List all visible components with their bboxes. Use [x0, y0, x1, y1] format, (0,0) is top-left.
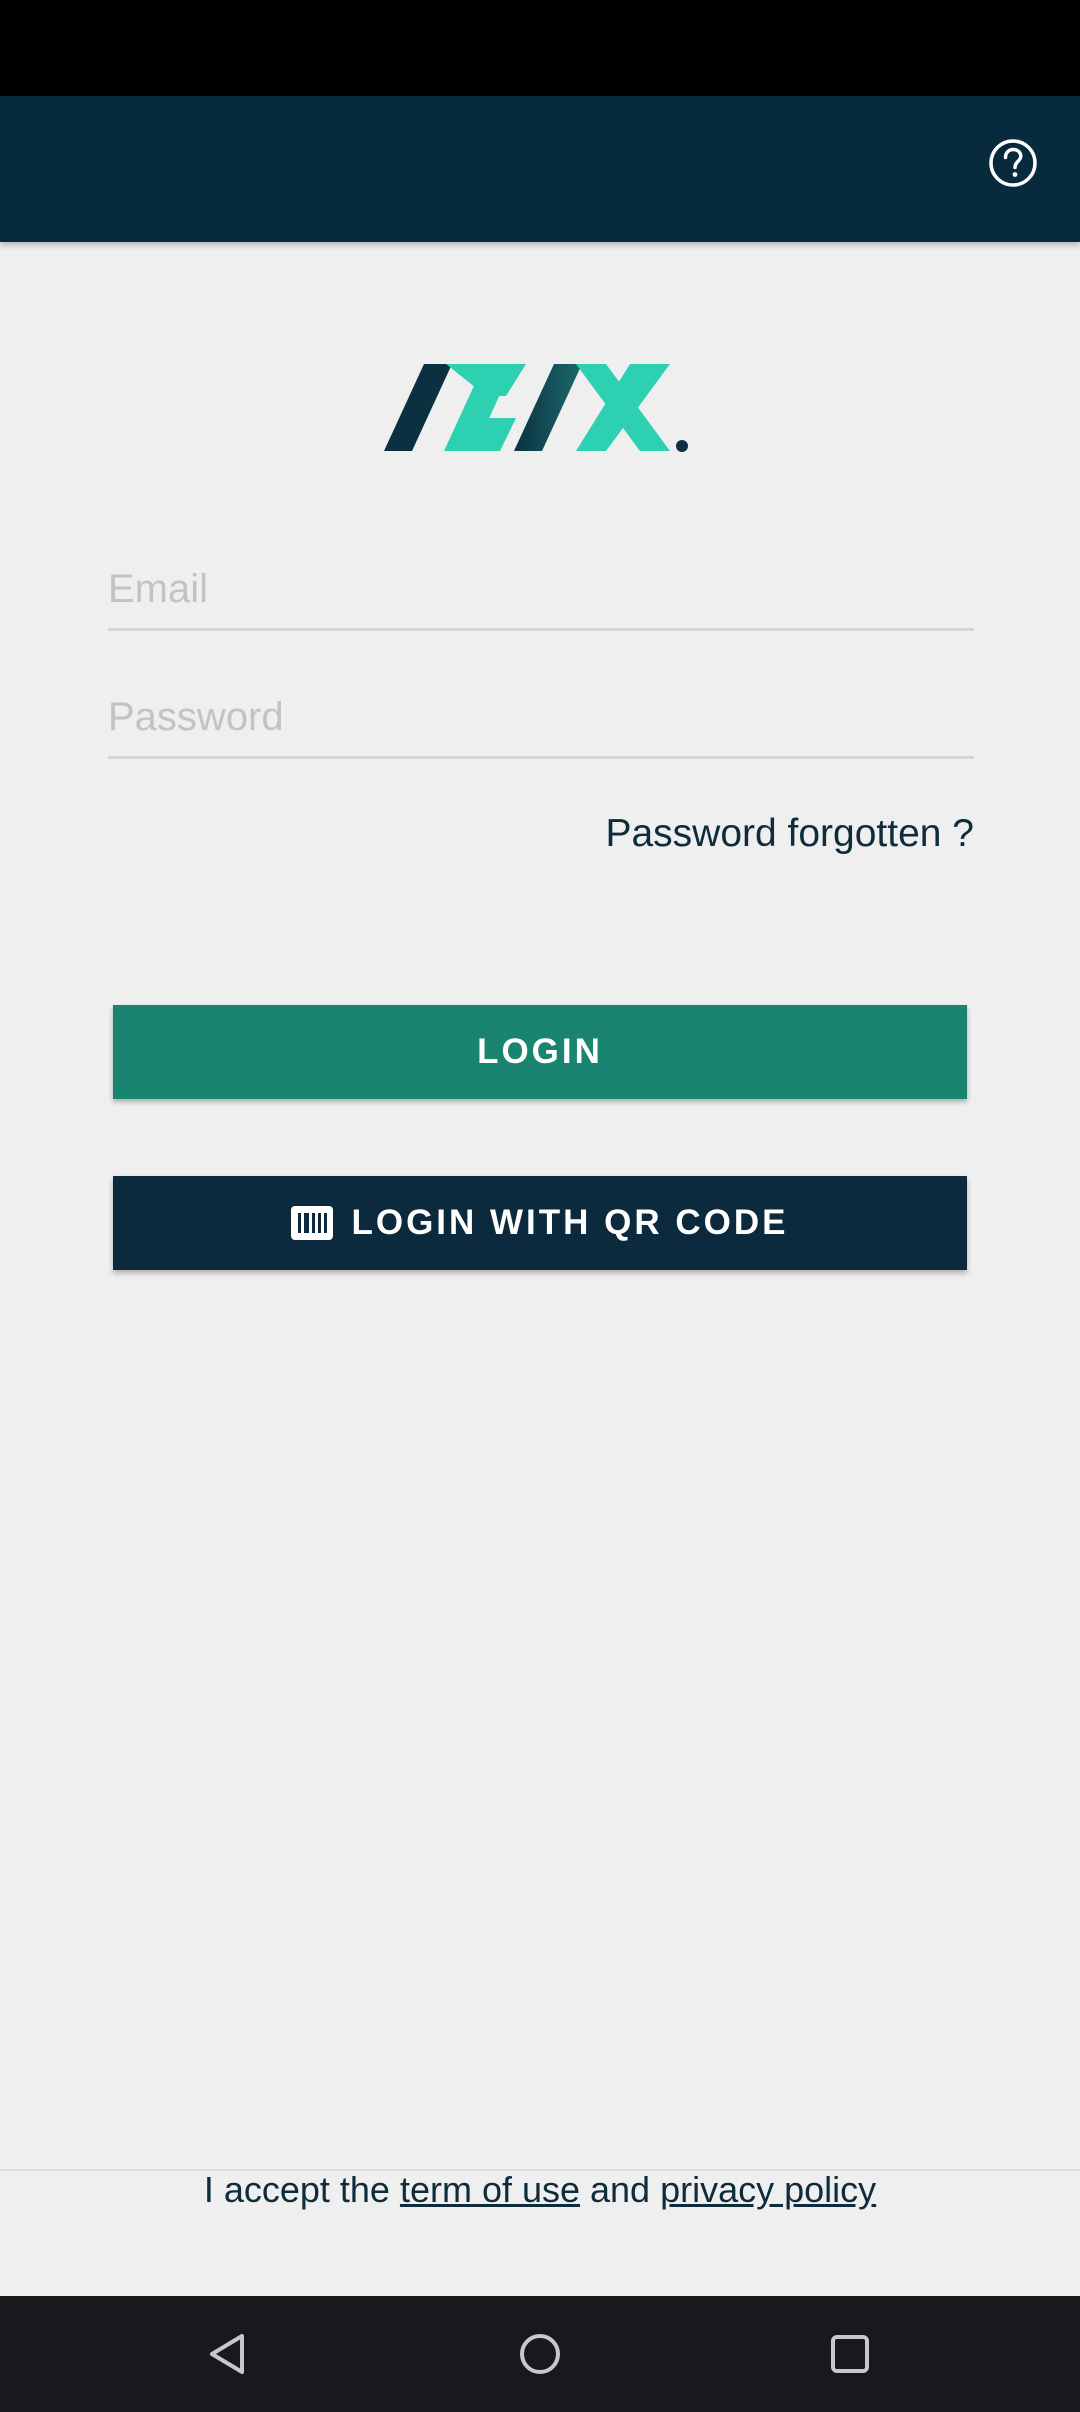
status-bar: [0, 0, 1080, 96]
system-nav-bar: [0, 2296, 1080, 2412]
home-circle-icon: [520, 2334, 560, 2374]
nav-back-button[interactable]: [198, 2324, 258, 2384]
password-field[interactable]: [108, 656, 974, 759]
terms-middle: and: [580, 2169, 661, 2210]
login-screen: Password forgotten ? LOGIN LOGIN WITH QR…: [0, 0, 1080, 2412]
terms-of-use-link[interactable]: term of use: [400, 2169, 580, 2211]
forgot-password-link[interactable]: Password forgotten ?: [605, 812, 974, 856]
password-input[interactable]: [108, 695, 974, 740]
barcode-icon: [291, 1206, 334, 1240]
email-input[interactable]: [108, 567, 974, 612]
back-triangle-icon: [210, 2334, 244, 2374]
email-field[interactable]: [108, 528, 974, 631]
nav-home-button[interactable]: [510, 2324, 570, 2384]
privacy-policy-link[interactable]: privacy policy: [660, 2169, 876, 2211]
login-qr-button-label: LOGIN WITH QR CODE: [351, 1203, 789, 1242]
help-circle-icon: [989, 139, 1037, 187]
login-button[interactable]: LOGIN: [113, 1005, 967, 1099]
login-qr-button[interactable]: LOGIN WITH QR CODE: [113, 1176, 967, 1270]
terms-notice: I accept the term of use and privacy pol…: [0, 2130, 1080, 2250]
login-button-label: LOGIN: [477, 1032, 603, 1071]
recents-square-icon: [831, 2335, 869, 2373]
app-logo: [380, 356, 692, 456]
app-bar: [0, 96, 1080, 242]
help-button[interactable]: [986, 136, 1040, 190]
nav-recents-button[interactable]: [820, 2324, 880, 2384]
terms-prefix: I accept the: [203, 2169, 400, 2210]
